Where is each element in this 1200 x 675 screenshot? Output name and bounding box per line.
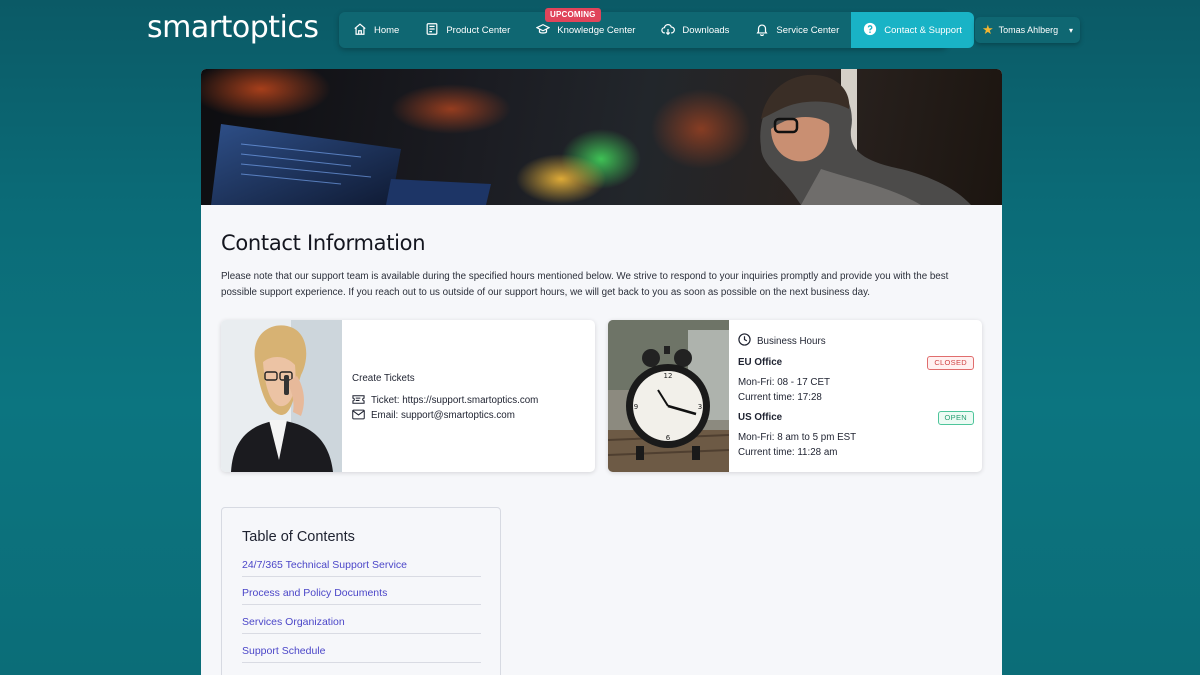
document-icon [425,22,439,39]
us-office: US Office OPEN Mon-Fri: 8 am to 5 pm EST… [738,410,974,460]
clock-icon [738,333,751,349]
chevron-down-icon: ▾ [1068,25,1073,35]
business-hours-heading-row: Business Hours [738,333,974,349]
email-link[interactable]: Email: support@smartoptics.com [371,410,515,421]
toc-item[interactable]: 24/7/365 Technical Support Service [242,559,481,577]
toc-title: Table of Contents [242,529,355,545]
alarm-clock-photo: 12 6 3 9 [608,320,729,472]
svg-text:6: 6 [666,434,671,442]
us-office-current-time: Current time: 11:28 am [738,447,838,458]
business-hours-heading: Business Hours [757,335,826,347]
svg-text:9: 9 [634,403,638,411]
eu-office-hours: Mon-Fri: 08 - 17 CET [738,377,831,388]
page-title: Contact Information [221,231,426,255]
status-badge: OPEN [937,411,974,425]
business-hours: Business Hours EU Office CLOSED Mon-Fri:… [738,333,974,460]
nav-product-center[interactable]: Product Center [411,12,522,48]
nav-contact-support[interactable]: Contact & Support [851,12,974,48]
cloud-download-icon [661,22,676,39]
nav-downloads[interactable]: Downloads [647,12,741,48]
home-icon [353,22,367,39]
svg-text:3: 3 [698,403,702,411]
us-office-hours: Mon-Fri: 8 am to 5 pm EST [738,432,857,443]
toc-item[interactable]: Services Organization [242,616,481,634]
eu-office-current-time: Current time: 17:28 [738,392,822,403]
question-circle-icon [863,22,877,39]
star-icon: ★ [982,22,994,37]
hero-image [201,69,1002,205]
create-tickets-block: Create Tickets Ticket: https://support.s… [352,373,538,423]
email-row[interactable]: Email: support@smartoptics.com [352,408,538,423]
nav-service-center[interactable]: Service Center [741,12,851,48]
user-menu[interactable]: ★ Tomas Ahlberg ▾ [975,17,1080,43]
ticket-row[interactable]: Ticket: https://support.smartoptics.com [352,393,538,408]
eu-office: EU Office CLOSED Mon-Fri: 08 - 17 CET Cu… [738,355,974,405]
main-content: Contact Information Please note that our… [201,69,1002,675]
user-name: Tomas Ahlberg [998,25,1059,35]
ticket-link[interactable]: Ticket: https://support.smartoptics.com [371,395,538,406]
create-tickets-heading: Create Tickets [352,373,415,384]
nav-downloads-label: Downloads [682,24,730,36]
nav-service-center-label: Service Center [776,24,840,36]
nav-product-center-label: Product Center [446,24,511,36]
main-nav: Home Product Center Knowledge Center Dow… [339,12,974,48]
envelope-icon [352,409,365,423]
upcoming-badge: UPCOMING [545,8,601,22]
toc-item[interactable]: Process and Policy Documents [242,587,481,605]
top-bar: smartoptics Home Product Center Knowledg… [0,0,1200,58]
nav-home-label: Home [374,24,400,36]
nav-knowledge-center-label: Knowledge Center [557,24,636,36]
nav-home[interactable]: Home [339,12,411,48]
tickets-panel: Create Tickets Ticket: https://support.s… [221,320,595,472]
svg-text:12: 12 [664,372,673,380]
ticket-icon [352,394,365,408]
graduation-cap-icon [535,22,551,39]
toc-item[interactable]: Support Schedule [242,645,481,663]
logo[interactable]: smartoptics [147,10,319,45]
bell-icon [755,22,769,39]
intro-text: Please note that our support team is ava… [221,271,949,298]
business-hours-panel: 12 6 3 9 Business Hours EU Office CLOSED M… [608,320,982,472]
nav-contact-support-label: Contact & Support [884,24,962,36]
table-of-contents: Table of Contents 24/7/365 Technical Sup… [221,507,501,675]
support-agent-photo [221,320,342,472]
status-badge: CLOSED [927,356,974,370]
